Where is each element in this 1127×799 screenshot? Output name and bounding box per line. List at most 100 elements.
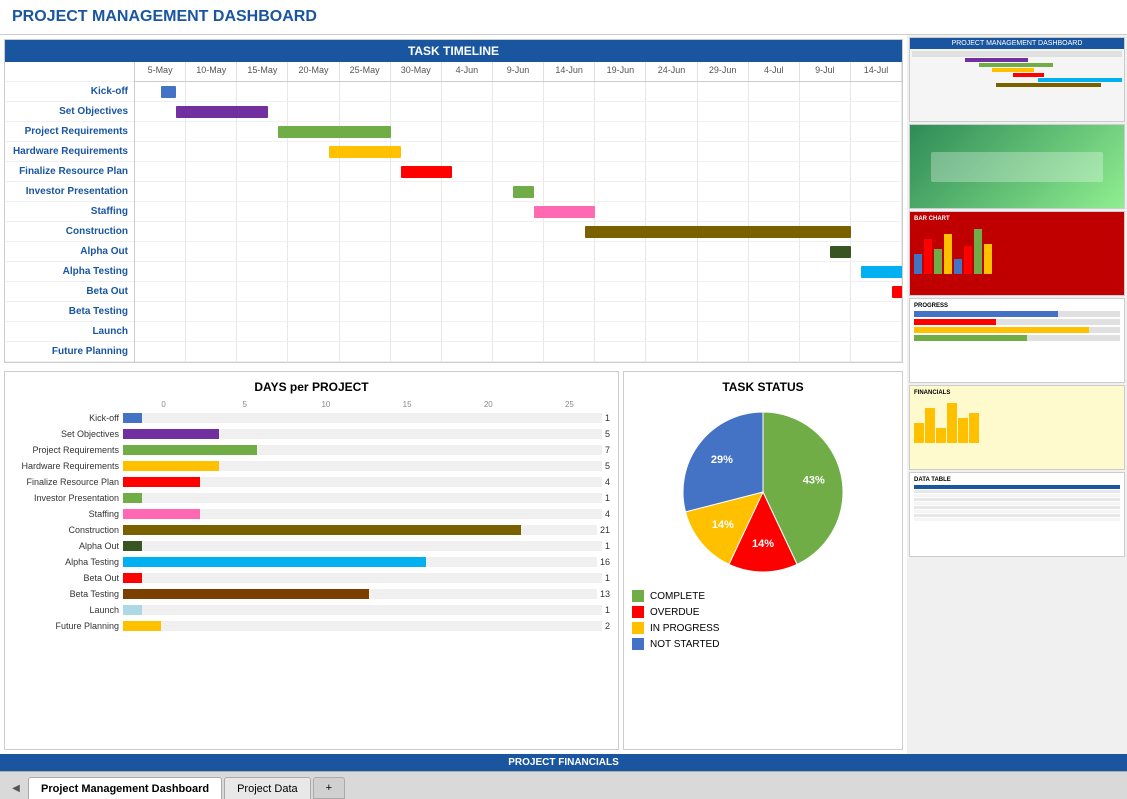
- bar-axis-label: 20: [448, 400, 529, 409]
- gantt-grid-line: [851, 162, 902, 181]
- bar-chart-row: Investor Presentation1: [13, 491, 610, 505]
- tab-add-label: +: [326, 782, 332, 794]
- t4fill: [914, 311, 1058, 317]
- bar-item-value: 4: [605, 509, 610, 519]
- bar-chart-row: Construction21: [13, 523, 610, 537]
- gantt-date-cell: 14-Jun: [544, 62, 595, 81]
- gantt-task-row: [135, 182, 902, 202]
- gantt-grid-line: [135, 142, 186, 161]
- gantt-task-row: [135, 202, 902, 222]
- thumbnail-5[interactable]: FINANCIALS: [909, 385, 1125, 470]
- bar-chart-row: Future Planning2: [13, 619, 610, 633]
- sidebar-thumbnails: PROJECT MANAGEMENT DASHBOARD: [907, 35, 1127, 754]
- scroll-arrow[interactable]: ◀: [8, 777, 24, 799]
- gantt-grid-line: [493, 122, 544, 141]
- gantt-grid-line: [340, 322, 391, 341]
- legend-color: [632, 606, 644, 618]
- bar-track: [123, 413, 602, 423]
- gantt-grid-line: [851, 122, 902, 141]
- gantt-grid-line: [340, 302, 391, 321]
- bar-fill: [123, 557, 426, 567]
- gantt-date-cell: 14-Jul: [851, 62, 902, 81]
- gantt-task-label: Project Requirements: [5, 122, 134, 142]
- bar-track: [123, 541, 602, 551]
- bar-item-value: 1: [605, 541, 610, 551]
- gantt-grid-line: [442, 122, 493, 141]
- tr1: [914, 490, 1120, 493]
- t3b6: [964, 246, 972, 274]
- thumbnail-2[interactable]: [909, 124, 1125, 209]
- gantt-grid-line: [544, 282, 595, 301]
- gantt-grid-line: [288, 102, 339, 121]
- t4fill2: [914, 319, 996, 325]
- gantt-grid-lines: [135, 142, 902, 161]
- gantt-task-label: Hardware Requirements: [5, 142, 134, 162]
- thumb2-content: [910, 125, 1124, 208]
- tab-bar: ◀ Project Management Dashboard Project D…: [0, 771, 1127, 799]
- gantt-grid-line: [698, 322, 749, 341]
- gantt-grid-line: [135, 122, 186, 141]
- thumbnail-4[interactable]: PROGRESS: [909, 298, 1125, 383]
- bar-item-label: Set Objectives: [13, 429, 123, 439]
- tab-dashboard[interactable]: Project Management Dashboard: [28, 777, 222, 799]
- gantt-grid-line: [698, 182, 749, 201]
- gantt-grid-line: [851, 102, 902, 121]
- gantt-grid-line: [186, 222, 237, 241]
- thumb-bar: [979, 63, 1053, 67]
- gantt-grid-line: [646, 182, 697, 201]
- gantt-grid-line: [340, 182, 391, 201]
- gantt-grid-line: [800, 182, 851, 201]
- gantt-task-label: Future Planning: [5, 342, 134, 362]
- gantt-grid-line: [595, 122, 646, 141]
- thumb-bar: [992, 68, 1034, 72]
- gantt-grid-line: [595, 282, 646, 301]
- bar-item-value: 2: [605, 621, 610, 631]
- tb1: [914, 423, 924, 443]
- pie-label: 14%: [752, 538, 774, 550]
- pie-label: 29%: [711, 454, 733, 466]
- gantt-date-cell: 9-Jun: [493, 62, 544, 81]
- gantt-grid-line: [800, 262, 851, 281]
- gantt-grid-line: [340, 282, 391, 301]
- gantt-grid-line: [595, 262, 646, 281]
- thumbnail-1[interactable]: PROJECT MANAGEMENT DASHBOARD: [909, 37, 1125, 122]
- bar-item-label: Beta Testing: [13, 589, 123, 599]
- t4fill3: [914, 327, 1089, 333]
- bar-track: [123, 445, 602, 455]
- gantt-date-cell: 24-Jun: [646, 62, 697, 81]
- t3b3: [934, 249, 942, 274]
- gantt-grid-lines: [135, 342, 902, 361]
- gantt-task-label: Set Objectives: [5, 102, 134, 122]
- gantt-grid-line: [749, 102, 800, 121]
- gantt-grid-line: [442, 142, 493, 161]
- tb2: [925, 408, 935, 443]
- gantt-grid-line: [851, 342, 902, 361]
- gantt-task-row: [135, 102, 902, 122]
- gantt-grid-lines: [135, 242, 902, 261]
- content-area: TASK TIMELINE Kick-offSet ObjectivesProj…: [0, 35, 1127, 754]
- bar-chart-row: Alpha Out1: [13, 539, 610, 553]
- gantt-grid-lines: [135, 262, 902, 281]
- gantt-grid-line: [391, 122, 442, 141]
- gantt-grid-line: [800, 342, 851, 361]
- gantt-date-cell: 29-Jun: [698, 62, 749, 81]
- thumbnail-3[interactable]: BAR CHART: [909, 211, 1125, 296]
- bar-fill: [123, 573, 142, 583]
- gantt-task-row: [135, 322, 902, 342]
- gantt-grid-line: [595, 82, 646, 101]
- thumb1-content: [910, 49, 1124, 90]
- gantt-grid-line: [135, 322, 186, 341]
- gantt-task-row: [135, 282, 902, 302]
- gantt-grid-line: [493, 142, 544, 161]
- gantt-grid-line: [186, 182, 237, 201]
- gantt-grid-line: [135, 222, 186, 241]
- gantt-grid-line: [442, 222, 493, 241]
- pie-container: 43%14%14%29%: [673, 402, 853, 582]
- thumb1-title: PROJECT MANAGEMENT DASHBOARD: [910, 38, 1124, 49]
- tab-project-data[interactable]: Project Data: [224, 777, 311, 799]
- gantt-grid-line: [237, 242, 288, 261]
- thumbnail-6[interactable]: DATA TABLE: [909, 472, 1125, 557]
- gantt-grid-line: [288, 302, 339, 321]
- tab-add[interactable]: +: [313, 777, 345, 799]
- t3b5: [954, 259, 962, 274]
